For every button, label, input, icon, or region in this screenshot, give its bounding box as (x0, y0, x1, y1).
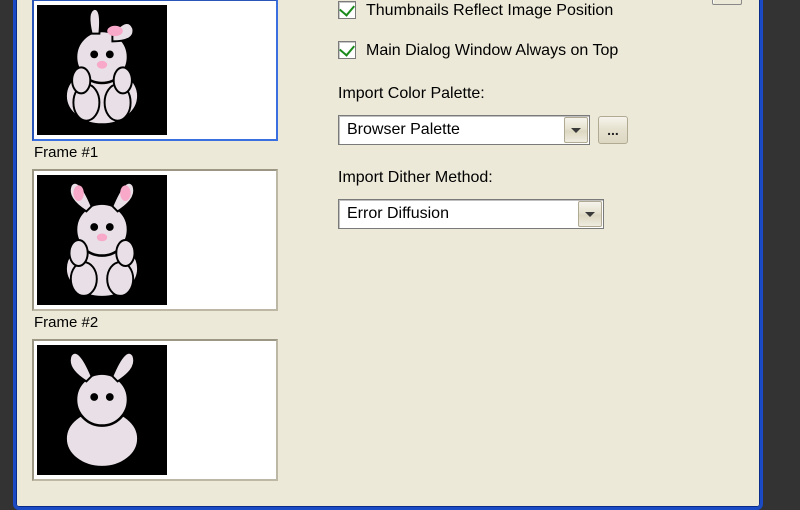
thumbnails-reflect-checkbox[interactable] (338, 1, 356, 19)
thumb-spacer (167, 344, 273, 476)
dropdown-value: Browser Palette (339, 121, 563, 139)
settings-panel: Thumbnails Reflect Image Position Main D… (316, 0, 760, 507)
frame-label: Frame #1 (34, 144, 308, 161)
palette-row: Browser Palette ... (338, 115, 742, 145)
dropdown-value: Error Diffusion (339, 205, 577, 223)
frame-image (37, 175, 167, 305)
frame-label: Frame #2 (34, 314, 308, 331)
frame-thumbnail[interactable] (32, 0, 278, 141)
setting-row: Main Dialog Window Always on Top (338, 41, 742, 61)
thumbnail-list: Frame #1 (16, 0, 316, 507)
frame-item (32, 339, 308, 481)
dither-label: Import Dither Method: (338, 169, 742, 187)
frame-item: Frame #2 (32, 169, 308, 331)
browse-palette-button[interactable]: ... (598, 116, 628, 144)
palette-label: Import Color Palette: (338, 85, 742, 103)
frame-image (37, 5, 167, 135)
collapse-button[interactable] (712, 0, 742, 5)
dither-dropdown[interactable]: Error Diffusion (338, 199, 604, 229)
chevron-down-icon[interactable] (564, 117, 588, 143)
setting-row: Thumbnails Reflect Image Position (338, 1, 742, 21)
checkbox-label: Thumbnails Reflect Image Position (366, 1, 613, 21)
thumb-spacer (167, 4, 273, 136)
frame-item: Frame #1 (32, 0, 308, 161)
always-on-top-checkbox[interactable] (338, 41, 356, 59)
dither-row: Error Diffusion (338, 199, 742, 229)
palette-dropdown[interactable]: Browser Palette (338, 115, 590, 145)
frame-thumbnail[interactable] (32, 339, 278, 481)
thumb-spacer (167, 174, 273, 306)
chevron-down-icon[interactable] (578, 201, 602, 227)
frame-image (37, 345, 167, 475)
checkbox-label: Main Dialog Window Always on Top (366, 41, 618, 61)
settings-window: Frame #1 (13, 0, 763, 510)
frame-thumbnail[interactable] (32, 169, 278, 311)
